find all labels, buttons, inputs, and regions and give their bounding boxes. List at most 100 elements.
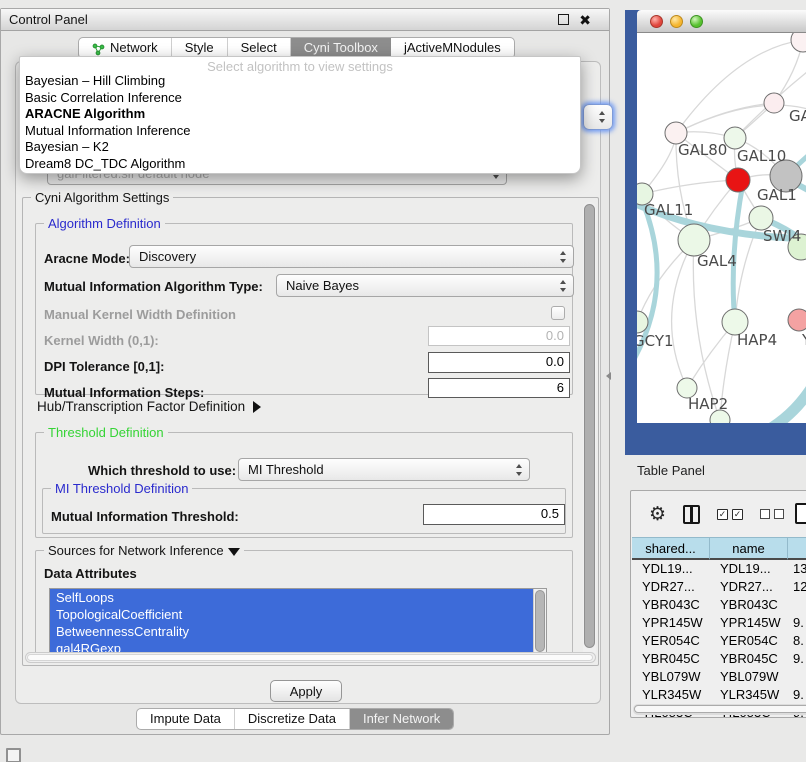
sources-group-title[interactable]: Sources for Network Inference xyxy=(44,543,244,558)
dropdown-item-bayesian-k2[interactable]: Bayesian – K2 xyxy=(20,139,580,156)
tab-cyni-toolbox[interactable]: Cyni Toolbox xyxy=(291,38,391,58)
split-columns-icon[interactable] xyxy=(683,505,700,524)
manual-kernel-label: Manual Kernel Width Definition xyxy=(44,307,236,322)
table-horizontal-scrollbar[interactable] xyxy=(633,704,806,715)
table-row[interactable]: YDL19...YDL19...13 xyxy=(632,560,806,578)
tab-discretize-data[interactable]: Discretize Data xyxy=(235,709,350,729)
table-cell: YBR043C xyxy=(710,596,788,614)
apply-button[interactable]: Apply xyxy=(270,680,342,702)
scrollbar-thumb[interactable] xyxy=(27,654,593,661)
tab-label: Select xyxy=(241,38,277,58)
dropdown-item-basic-correlation-inference[interactable]: Basic Correlation Inference xyxy=(20,90,580,107)
table-row[interactable]: YBL079WYBL079W xyxy=(632,668,806,686)
scrollbar-thumb[interactable] xyxy=(584,204,595,648)
tab-impute-data[interactable]: Impute Data xyxy=(137,709,235,729)
settings-horizontal-scrollbar[interactable] xyxy=(25,652,596,663)
network-edge[interactable] xyxy=(642,180,738,194)
inference-algorithm-combobox[interactable] xyxy=(583,104,613,130)
network-node[interactable] xyxy=(791,33,806,52)
column-header-shared-[interactable]: shared... xyxy=(632,537,710,560)
tab-jactivemnodules[interactable]: jActiveMNodules xyxy=(391,38,514,58)
node-label-gal1: GAL1 xyxy=(757,186,797,204)
dropdown-item-mutual-information-inference[interactable]: Mutual Information Inference xyxy=(20,123,580,140)
column-header-name[interactable]: name xyxy=(710,537,788,560)
table-row[interactable]: YPR145WYPR145W9. xyxy=(632,614,806,632)
network-graph: GALGAL80GAL10GAL1GAL11SWI4GAL4GCY1HAP4YH… xyxy=(637,33,806,423)
hub-definition-toggle[interactable]: Hub/Transcription Factor Definition xyxy=(37,399,261,414)
column-header-a[interactable]: A xyxy=(788,537,806,560)
scrollbar-thumb[interactable] xyxy=(535,590,545,652)
dropdown-item-bayesian-hill-climbing[interactable]: Bayesian – Hill Climbing xyxy=(20,73,580,90)
node-label-gal80: GAL80 xyxy=(678,141,727,159)
manual-kernel-checkbox[interactable] xyxy=(551,306,565,320)
list-vertical-scrollbar[interactable] xyxy=(533,589,546,657)
threshold-definition-group: Threshold Definition Which threshold to … xyxy=(35,432,573,538)
dpi-tolerance-field[interactable]: 0.0 xyxy=(428,352,570,373)
node-label-hap2: HAP2 xyxy=(688,395,728,413)
network-edge[interactable] xyxy=(752,348,806,423)
mi-threshold-field[interactable]: 0.5 xyxy=(423,504,565,525)
control-panel-titlebar: Control Panel ✖ xyxy=(1,9,609,31)
algorithm-definition-group: Algorithm Definition Aracne Mode: Discov… xyxy=(35,223,573,395)
panel-collapse-arrow[interactable] xyxy=(606,372,611,380)
document-icon[interactable] xyxy=(795,503,806,524)
gear-icon[interactable]: ⚙ xyxy=(649,505,666,524)
checked-boxes-icon[interactable]: ✓✓ xyxy=(717,509,743,520)
network-edge[interactable] xyxy=(676,103,774,133)
tab-label: Style xyxy=(185,38,214,58)
data-attributes-list[interactable]: SelfLoopsTopologicalCoefficientBetweenne… xyxy=(49,588,547,658)
aracne-mode-combobox[interactable]: Discovery xyxy=(129,245,574,268)
tab-infer-network[interactable]: Infer Network xyxy=(350,709,453,729)
unchecked-boxes-icon[interactable] xyxy=(760,509,784,519)
mi-type-combobox[interactable]: Naive Bayes xyxy=(276,274,574,297)
network-icon xyxy=(92,42,105,55)
network-canvas[interactable]: GALGAL80GAL10GAL1GAL11SWI4GAL4GCY1HAP4YH… xyxy=(637,33,806,423)
tab-style[interactable]: Style xyxy=(172,38,228,58)
table-cell: YLR345W xyxy=(710,686,788,704)
algorithm-definition-title: Algorithm Definition xyxy=(44,216,165,231)
minimized-panel-icon[interactable] xyxy=(6,748,21,762)
network-window-titlebar[interactable] xyxy=(637,10,806,33)
close-icon[interactable]: ✖ xyxy=(579,10,591,30)
attribute-item-selfloops[interactable]: SelfLoops xyxy=(50,589,546,606)
float-window-icon[interactable] xyxy=(558,14,569,25)
table-cell xyxy=(788,596,806,614)
mi-threshold-group-title: MI Threshold Definition xyxy=(51,481,192,496)
zoom-traffic-light-icon[interactable] xyxy=(690,15,703,28)
scrollbar-thumb[interactable] xyxy=(634,705,806,713)
attribute-item-topologicalcoefficient[interactable]: TopologicalCoefficient xyxy=(50,606,546,623)
table-row[interactable]: YBR045CYBR045C9. xyxy=(632,650,806,668)
close-traffic-light-icon[interactable] xyxy=(650,15,663,28)
network-desktop: GALGAL80GAL10GAL1GAL11SWI4GAL4GCY1HAP4YH… xyxy=(625,10,806,455)
tab-network[interactable]: Network xyxy=(79,38,172,58)
hub-definition-label: Hub/Transcription Factor Definition xyxy=(37,399,245,414)
network-node[interactable] xyxy=(726,168,750,192)
network-node[interactable] xyxy=(788,309,806,331)
network-edge[interactable] xyxy=(676,40,803,133)
attribute-item-betweennesscentrality[interactable]: BetweennessCentrality xyxy=(50,623,546,640)
table-row[interactable]: YER054CYER054C8. xyxy=(632,632,806,650)
tab-select[interactable]: Select xyxy=(228,38,291,58)
which-threshold-combobox[interactable]: MI Threshold xyxy=(238,458,530,481)
minimize-traffic-light-icon[interactable] xyxy=(670,15,683,28)
kernel-width-field[interactable]: 0.0 xyxy=(428,326,570,346)
stepper-icon xyxy=(560,280,567,292)
mi-steps-field[interactable]: 6 xyxy=(428,378,570,398)
dropdown-item-dream8-dc-tdc-algorithm[interactable]: Dream8 DC_TDC Algorithm xyxy=(20,156,580,173)
node-label-gal: GAL xyxy=(789,107,806,125)
table-cell: YDL19... xyxy=(710,560,788,578)
table-row[interactable]: YDR27...YDR27...12 xyxy=(632,578,806,596)
table-cell: YPR145W xyxy=(710,614,788,632)
dropdown-item-aracne-algorithm[interactable]: ARACNE Algorithm xyxy=(20,106,580,123)
dropdown-header: Select algorithm to view settings xyxy=(20,57,580,73)
table-cell: YBR043C xyxy=(632,596,710,614)
table-row[interactable]: YBR043CYBR043C xyxy=(632,596,806,614)
network-node[interactable] xyxy=(764,93,784,113)
node-table[interactable]: shared...nameAYDL19...YDL19...13YDR27...… xyxy=(632,537,806,718)
network-edge[interactable] xyxy=(672,240,694,388)
settings-vertical-scrollbar[interactable] xyxy=(583,202,596,658)
node-label-hap4: HAP4 xyxy=(737,331,777,349)
table-row[interactable]: YLR345WYLR345W9. xyxy=(632,686,806,704)
sources-group: Sources for Network Inference Data Attri… xyxy=(35,550,573,660)
node-label-gal4: GAL4 xyxy=(697,252,737,270)
